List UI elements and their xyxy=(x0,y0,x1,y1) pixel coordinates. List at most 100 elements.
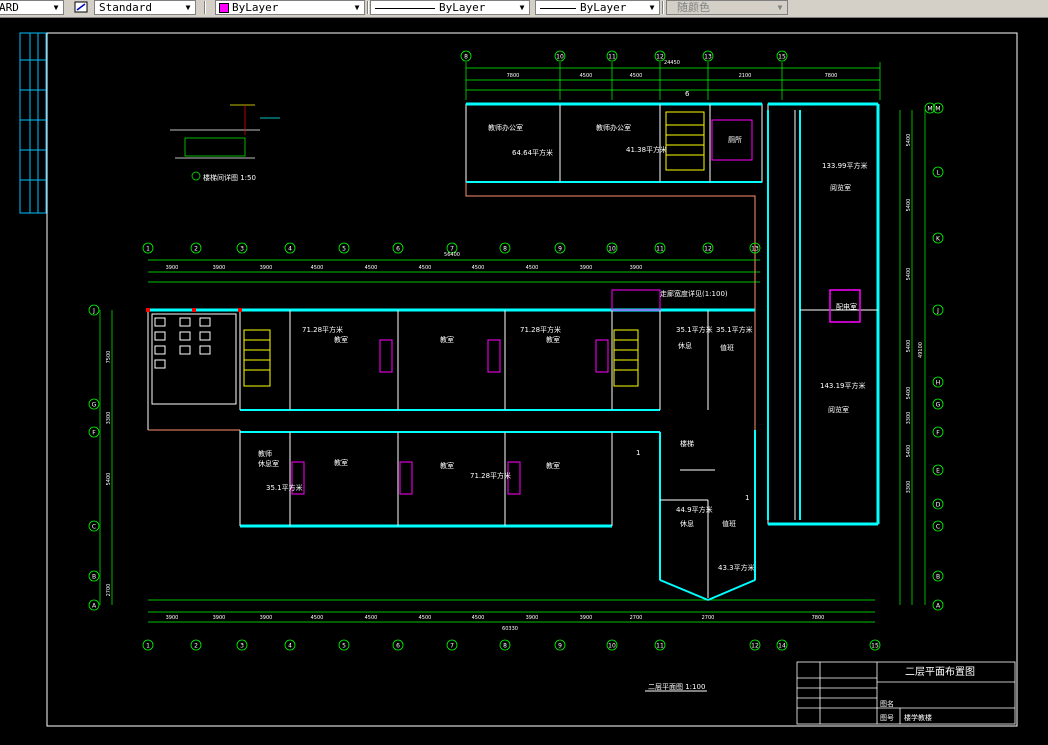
chevron-down-icon[interactable]: ▼ xyxy=(774,2,786,13)
room-label: 教室 xyxy=(440,335,454,344)
lineweight-control-dropdown[interactable]: ByLayer ▼ xyxy=(535,0,660,15)
room-tag: 1 xyxy=(636,449,640,457)
dimension-text: 4500 xyxy=(311,265,324,271)
color-swatch-icon xyxy=(219,3,229,13)
linetype-preview-icon xyxy=(375,7,435,9)
sheet-title: 二层平面布置图 xyxy=(905,666,975,678)
dimension-text: 24450 xyxy=(664,60,680,66)
dimension-text: 3900 xyxy=(580,265,593,271)
room-label: 教室 xyxy=(546,461,560,470)
axis-label: 4 xyxy=(288,643,292,650)
axis-label: G xyxy=(92,402,97,409)
dimension-style-icon[interactable] xyxy=(74,1,88,13)
lower-block-dimensions xyxy=(99,110,926,623)
room-label: 教师办公室 xyxy=(596,123,631,132)
dimension-style-value: Standard xyxy=(99,1,152,14)
linetype-control-dropdown[interactable]: ByLayer ▼ xyxy=(370,0,530,15)
room-label: 教室 xyxy=(546,335,560,344)
axis-label: E xyxy=(936,468,940,475)
linetype-value: ByLayer xyxy=(439,1,486,14)
axis-label: H xyxy=(936,380,941,387)
dimension-text: 49100 xyxy=(918,342,924,358)
axis-label: 15 xyxy=(778,54,786,61)
lineweight-value: ByLayer xyxy=(580,1,627,14)
room-area: 64.64平方米 xyxy=(512,148,553,157)
floor-plan-drawing[interactable]: 楼梯间详图 1:50 8 10 11 12 13 15M 1 2 3 4 5 6… xyxy=(0,17,1048,745)
axis-label: 6 xyxy=(396,643,400,650)
dimension-text: 3900 xyxy=(260,615,273,621)
axis-label: 3 xyxy=(240,246,244,253)
axis-label: 12 xyxy=(704,246,712,253)
model-space-canvas[interactable]: 楼梯间详图 1:50 8 10 11 12 13 15 M 1 2 3 4 5 … xyxy=(0,17,1048,745)
axis-label: 3 xyxy=(240,643,244,650)
axis-label: 10 xyxy=(608,246,616,253)
dimension-text: 4500 xyxy=(419,265,432,271)
room-tag: 1 xyxy=(745,494,749,502)
axis-label: B xyxy=(936,574,940,581)
dimension-text: 60330 xyxy=(502,626,518,632)
axis-label: 10 xyxy=(608,643,616,650)
axis-label: 8 xyxy=(503,246,507,253)
room-label: 厕所 xyxy=(728,135,742,144)
color-value: ByLayer xyxy=(232,1,279,14)
dimension-text: 4500 xyxy=(365,265,378,271)
room-label: 阅览室 xyxy=(828,405,849,414)
axis-label: 1 xyxy=(146,643,150,650)
axis-label: A xyxy=(92,603,97,610)
axis-label: 7 xyxy=(450,643,454,650)
room-area: 35.1平方米 xyxy=(266,483,303,492)
dimension-text: 2700 xyxy=(630,615,643,621)
axis-label: 1 xyxy=(146,246,150,253)
title-block-label: 图号 xyxy=(880,714,894,722)
dimension-text: 2700 xyxy=(106,584,112,597)
room-label: 休息 xyxy=(680,519,694,528)
dimension-text: 3900 xyxy=(213,265,226,271)
room-area: 41.38平方米 xyxy=(626,145,667,154)
dimension-text: 5400 xyxy=(906,199,912,212)
text-style-dropdown[interactable]: ARD ▼ xyxy=(0,0,64,15)
room-area: 44.9平方米 xyxy=(676,505,713,514)
room-label: 教室 xyxy=(334,335,348,344)
axis-label: 12 xyxy=(656,54,664,61)
axis-label: G xyxy=(936,402,941,409)
room-label: 值班 xyxy=(722,519,736,528)
room-note: 走廊宽度详见(1:100) xyxy=(660,289,728,298)
plan-scale-caption: 二层平面图 1:100 xyxy=(648,683,705,691)
axis-label: F xyxy=(936,430,940,437)
room-labels: 教师办公室 64.64平方米 教师办公室 41.38平方米 厕所 71.28平方… xyxy=(258,90,868,572)
chevron-down-icon[interactable]: ▼ xyxy=(646,2,658,13)
lineweight-preview-icon xyxy=(540,7,576,9)
chevron-down-icon[interactable]: ▼ xyxy=(182,2,194,13)
dimension-style-dropdown[interactable]: Standard ▼ xyxy=(94,0,196,15)
text-style-value: ARD xyxy=(0,1,19,14)
dimension-text: 2700 xyxy=(702,615,715,621)
axis-label: C xyxy=(92,524,96,531)
dimension-text: 56400 xyxy=(444,252,460,258)
dimension-text: 7800 xyxy=(507,73,520,79)
upper-wing-walls xyxy=(465,102,880,526)
axis-label: A xyxy=(936,603,941,610)
chevron-down-icon[interactable]: ▼ xyxy=(516,2,528,13)
room-label: 教室 xyxy=(334,458,348,467)
room-label: 阅览室 xyxy=(830,183,851,192)
dimension-text: 7800 xyxy=(812,615,825,621)
axis-label: M xyxy=(927,106,932,113)
dimension-text: 4500 xyxy=(580,73,593,79)
dimension-text: 4500 xyxy=(365,615,378,621)
room-area: 133.99平方米 xyxy=(822,161,868,170)
axis-label: 6 xyxy=(396,246,400,253)
dimension-text: 4500 xyxy=(311,615,324,621)
room-area: 35.1平方米 xyxy=(716,325,753,334)
dimension-text: 3900 xyxy=(260,265,273,271)
dimension-text: 3900 xyxy=(166,265,179,271)
axis-label: 11 xyxy=(656,246,664,253)
toolbar-separator xyxy=(204,1,206,14)
chevron-down-icon[interactable]: ▼ xyxy=(50,2,62,13)
axis-label: 2 xyxy=(194,643,198,650)
plot-style-dropdown[interactable]: 随颜色 ▼ xyxy=(666,0,788,15)
axis-label: C xyxy=(936,524,940,531)
chevron-down-icon[interactable]: ▼ xyxy=(351,2,363,13)
toolbar-separator xyxy=(662,1,664,14)
axis-label: 8 xyxy=(464,54,468,61)
color-control-dropdown[interactable]: ByLayer ▼ xyxy=(215,0,365,15)
